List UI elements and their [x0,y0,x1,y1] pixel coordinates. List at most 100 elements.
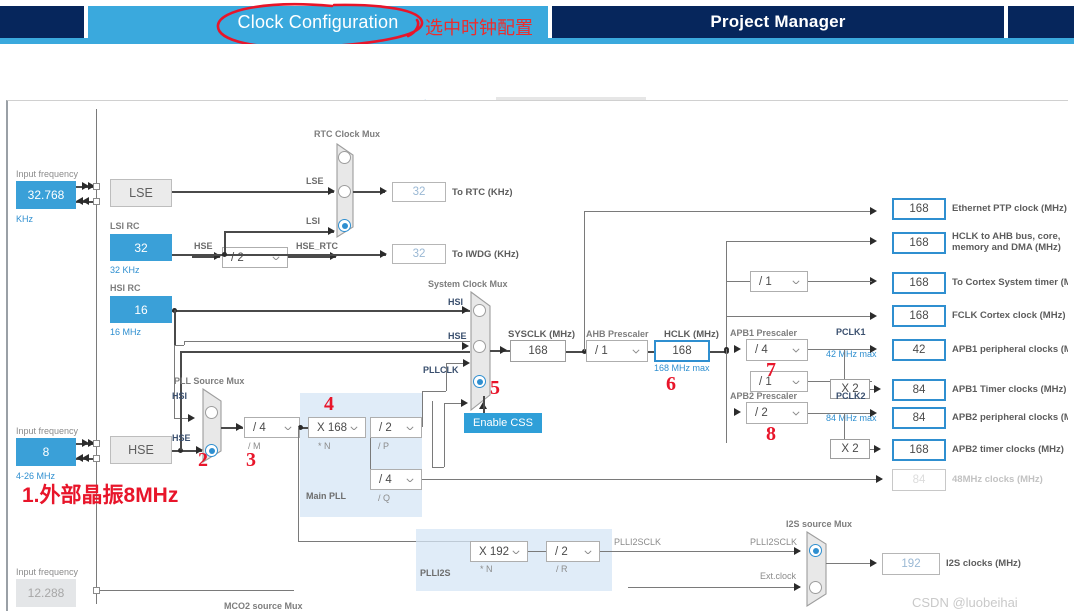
i2s-mux-option-ext-clock[interactable] [809,581,822,594]
rtc-mux-option-lse[interactable] [338,185,351,198]
tab-tools[interactable] [1008,6,1074,38]
to-rtc-value[interactable]: 32 [392,182,446,202]
output-value-text-2: 168 [909,277,929,289]
output-value-text-8: 84 [912,474,926,486]
output-value-2[interactable]: 168 [892,272,946,294]
plli2s-n-multiplier-select[interactable]: X 192 [470,541,528,562]
hclk-value[interactable]: 168 [654,340,710,362]
pll-mux-option-hsi[interactable] [205,406,218,419]
output-value-1[interactable]: 168 [892,232,946,254]
chevron-down-icon [512,549,520,555]
output-value-0[interactable]: 168 [892,198,946,220]
pll-n-sub-label: * N [318,441,331,451]
output-value-3[interactable]: 168 [892,305,946,327]
hse-rtc-output-label: HSE_RTC [296,241,339,251]
annotation-2: 2 [198,449,208,471]
rtc-mux-lsi-label: LSI [306,216,321,226]
chevron-down-icon [792,379,800,385]
sysclk-label: SYSCLK (MHz) [508,329,576,340]
sys-mux-option-hse[interactable] [473,340,486,353]
pll-q-divider-select[interactable]: / 4 [370,469,422,490]
chevron-down-icon [792,411,800,416]
to-iwdg-value[interactable]: 32 [392,244,446,264]
pll-n-multiplier-select[interactable]: X 168 [308,417,366,438]
output-value-4[interactable]: 42 [892,339,946,361]
annotation-1: 1.外部晶振8MHz [22,484,179,507]
pll-n-multiplier-value: X 168 [317,421,348,434]
sysclk-value[interactable]: 168 [510,340,566,362]
i2s-clocks-value[interactable]: 192 [882,553,940,575]
hse-name-box[interactable]: HSE [110,436,172,464]
output-value-text-1: 168 [909,237,929,249]
i2s-source-mux[interactable] [806,531,834,607]
sys-mux-option-pllclk[interactable] [473,375,486,388]
sys-mux-hse-label: HSE [448,331,467,341]
sysclk-value-text: 168 [528,345,548,357]
chevron-down-icon [406,425,414,431]
clock-tree-inner: Input frequency 32.768 KHz LSE HSE / 2 H… [8,101,1068,611]
plli2s-n-multiplier-value: X 192 [479,545,510,558]
hsi-rc-title: HSI RC [110,283,141,293]
output-label-3: FCLK Cortex clock (MHz) [952,310,1066,321]
hse-rtc-divider-select[interactable]: / 2 [222,247,288,268]
hsi-rc-value: 16 [134,302,148,317]
plli2s-r-divider-value: / 2 [555,545,568,558]
output-value-5[interactable]: 84 [892,379,946,401]
i2s-mux-option-plli2sclk[interactable] [809,544,822,557]
apb2-prescaler-value: / 2 [755,407,768,419]
chevron-down-icon [584,549,592,555]
output-value-text-7: 168 [909,444,929,456]
main-pll-title: Main PLL [306,491,346,501]
i2s-clocks-label: I2S clocks (MHz) [946,558,1021,569]
lse-input-frequency-field[interactable]: 32.768 [16,181,76,209]
ahb-prescaler-select[interactable]: / 1 [586,340,648,362]
apb1-prescaler-select[interactable]: / 4 [746,339,808,361]
hse-input-frequency-value: 8 [42,445,50,459]
apb2-prescaler-select[interactable]: / 2 [746,402,808,424]
plli2s-title: PLLI2S [420,568,451,578]
pll-mux-hsi-label: HSI [172,391,188,401]
cortex-systick-divider-select-2[interactable]: / 1 [750,271,808,292]
plli2sclk-label-2: PLLI2SCLK [750,537,798,547]
hclk-max-label: 168 MHz max [654,363,710,373]
rtc-mux-option-hse-rtc[interactable] [338,151,351,164]
lse-name-label: LSE [129,186,153,200]
plli2s-r-divider-select[interactable]: / 2 [546,541,600,562]
output-value-7[interactable]: 168 [892,439,946,461]
tab-clock-configuration-label: Clock Configuration [237,11,399,32]
tab-project-manager[interactable]: Project Manager [552,6,1004,38]
hsi-rc-value-field[interactable]: 16 [110,296,172,323]
lsi-rc-unit: 32 KHz [110,265,140,275]
output-value-6[interactable]: 84 [892,407,946,429]
pll-m-divider-select[interactable]: / 4 [244,417,300,438]
output-label-2: To Cortex System timer (MHz) [952,277,1068,288]
i2s-source-mux-title: I2S source Mux [786,519,853,529]
pll-p-divider-select[interactable]: / 2 [370,417,422,438]
annotation-8: 8 [766,423,776,445]
app-window: Clock Configuration Project Manager 选中时钟… [0,0,1074,611]
plli2sclk-label-1: PLLI2SCLK [614,537,662,547]
tab-pinout[interactable] [0,6,84,38]
watermark: CSDN @luobeihai [912,595,1018,610]
hclk-label: HCLK (MHz) [664,329,719,340]
tab-project-manager-label: Project Manager [710,12,846,31]
annotation-6: 6 [666,373,676,395]
enable-css-button[interactable]: Enable CSS [464,413,542,433]
output-value-8[interactable]: 84 [892,469,946,491]
pll-q-sub-label: / Q [378,493,391,503]
i2s-input-frequency-field[interactable]: 12.288 [16,579,76,607]
clock-tree-canvas[interactable]: Input frequency 32.768 KHz LSE HSE / 2 H… [6,100,1068,611]
annotation-5: 5 [490,377,500,399]
lse-name-box[interactable]: LSE [110,179,172,207]
lsi-rc-value-field[interactable]: 32 [110,234,172,261]
hse-input-frequency-field[interactable]: 8 [16,438,76,466]
rtc-mux-option-lsi[interactable] [338,219,351,232]
chevron-down-icon [406,477,414,483]
cortex-systick-divider-select[interactable]: / 1 [750,371,808,392]
enable-css-label: Enable CSS [473,417,533,429]
output-value-text-5: 84 [912,384,926,396]
annotation-7: 7 [766,359,776,381]
apb1-prescaler-label: APB1 Prescaler [730,328,798,338]
apb2-timer-multiplier: X 2 [830,439,870,459]
sys-mux-option-hsi[interactable] [473,304,486,317]
